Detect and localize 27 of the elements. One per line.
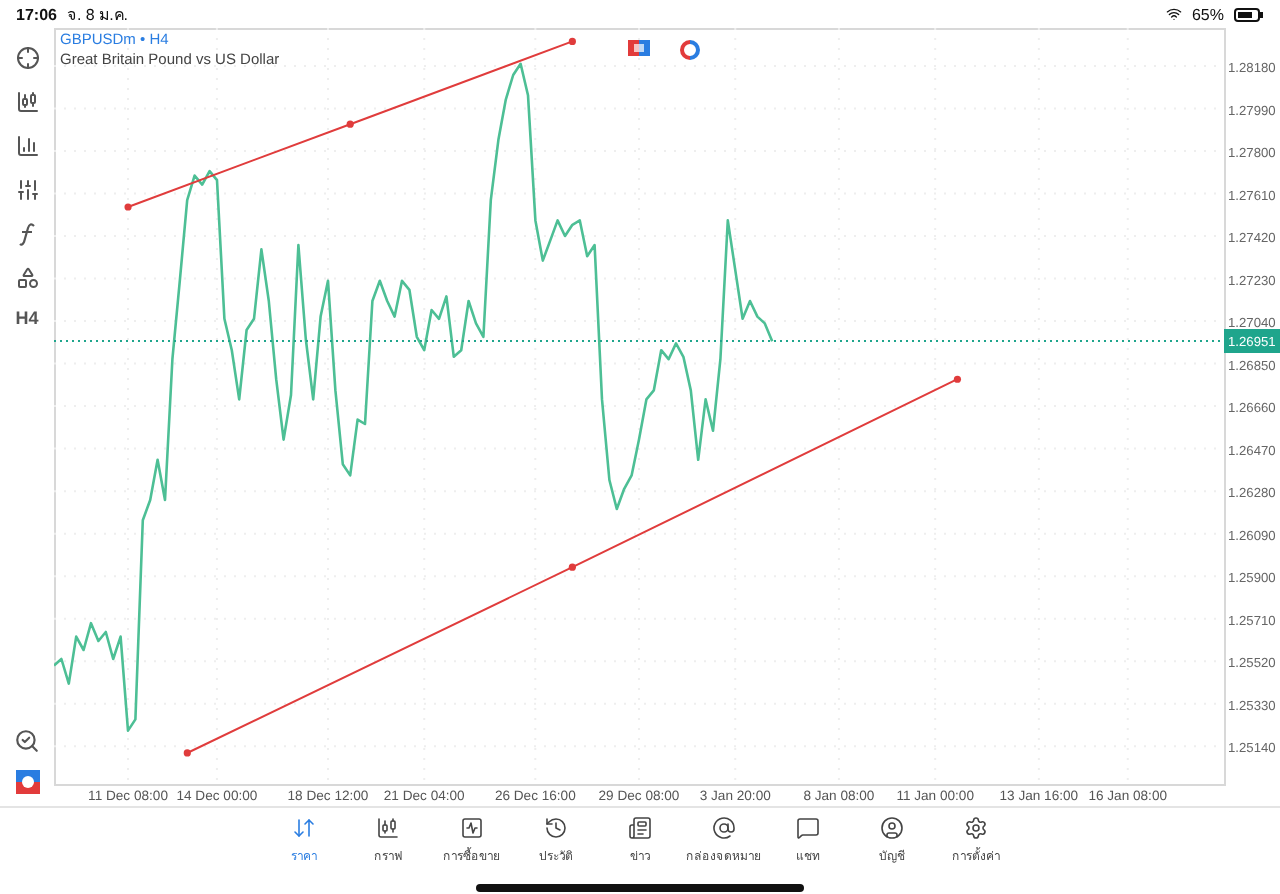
settings-icon [964, 816, 988, 840]
at-sign-icon [712, 816, 736, 840]
logo-icon [15, 770, 39, 794]
ring-icon[interactable] [680, 40, 700, 60]
point [124, 203, 132, 211]
newspaper-icon [628, 816, 652, 840]
chat-icon [796, 816, 820, 840]
battery-icon [1234, 7, 1264, 21]
point [568, 37, 576, 46]
trade-panel-icon[interactable] [628, 40, 650, 56]
point [953, 375, 962, 383]
history-icon [544, 816, 568, 840]
chart-icon [460, 816, 484, 840]
user-icon [880, 816, 904, 840]
search-icon[interactable] [11, 726, 43, 754]
timeframe-button[interactable]: H4 [15, 308, 39, 328]
point [183, 749, 191, 757]
point [568, 563, 576, 571]
arrows-icon [292, 816, 316, 840]
date: จ. 8 ม.ค. [66, 3, 129, 27]
battery-percent: 65% [1191, 5, 1224, 23]
current-price-badge [1224, 329, 1280, 353]
candlestick-icon [376, 816, 400, 840]
clock: 17:06 [16, 5, 57, 23]
wifi-icon [1165, 6, 1182, 22]
point [346, 120, 354, 128]
crosshair-icon[interactable] [11, 44, 43, 72]
